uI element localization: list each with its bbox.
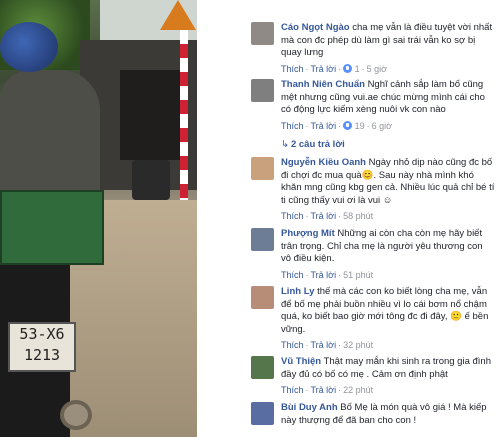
timestamp[interactable]: 6 giờ — [372, 121, 392, 131]
comment-body: Thanh Niên Chuẩn Nghĩ cảnh sắp làm bố cũ… — [281, 79, 495, 132]
commenter-name[interactable]: Thanh Niên Chuẩn — [281, 79, 365, 90]
timestamp[interactable]: 32 phút — [343, 340, 373, 350]
photo-exhaust — [60, 400, 92, 430]
like-link[interactable]: Thích — [281, 211, 304, 221]
comment-actions: Thích · Trả lời · 58 phút — [281, 211, 374, 221]
like-icon — [343, 63, 353, 73]
photo: 53-X6 1213 — [0, 0, 197, 437]
commenter-name[interactable]: Vũ Thiện — [281, 356, 321, 367]
avatar[interactable] — [251, 356, 274, 379]
comment-body: Bùi Duy Anh Bố Mẹ là món quà vô giá ! Mà… — [281, 402, 495, 427]
like-count[interactable]: 1 — [355, 64, 360, 74]
like-icon — [343, 120, 353, 130]
comment-body: Vũ Thiện Thật may mắn khi sinh ra trong … — [281, 356, 495, 397]
replies-label: 2 câu trả lời — [290, 139, 345, 150]
comment-actions: Thích · Trả lời · 22 phút — [281, 385, 374, 395]
comment-actions: Thích · Trả lời · 51 phút — [281, 269, 374, 280]
reply-link[interactable]: Trả lời — [311, 64, 337, 74]
reply-link[interactable]: Trả lời — [311, 211, 337, 221]
photo-striped-pole — [180, 30, 188, 200]
comment-body: Linh Ly thế mà các con ko biết lòng cha … — [281, 286, 495, 352]
like-count[interactable]: 19 — [355, 121, 365, 131]
avatar[interactable] — [251, 402, 274, 425]
photo-helmet — [0, 22, 58, 72]
avatar[interactable] — [251, 157, 274, 180]
timestamp[interactable]: 5 giờ — [367, 64, 387, 74]
like-link[interactable]: Thích — [281, 385, 304, 395]
view-replies-link[interactable]: ↳ 2 câu trả lời — [281, 139, 345, 150]
reply-link[interactable]: Trả lời — [311, 121, 337, 131]
like-link[interactable]: Thích — [281, 64, 304, 74]
like-link[interactable]: Thích — [281, 121, 304, 131]
commenter-name[interactable]: Linh Ly — [281, 286, 314, 297]
timestamp[interactable]: 22 phút — [343, 385, 373, 395]
comment-list: Cáo Ngọt Ngào cha mẹ vẫn là điều tuyệt v… — [197, 0, 500, 437]
reply-link[interactable]: Trả lời — [311, 340, 337, 350]
avatar[interactable] — [251, 286, 274, 309]
comment-actions: Thích · Trả lời · 32 phút — [281, 340, 374, 350]
avatar[interactable] — [251, 228, 274, 251]
comment-actions: Thích · Trả lời · 1 · 5 giờ — [281, 63, 388, 74]
comment-actions: Thích · Trả lời · 19 · 6 giờ — [281, 120, 393, 131]
avatar[interactable] — [251, 79, 274, 102]
reply-arrow-icon: ↳ — [281, 139, 289, 150]
comment-body: Nguyễn Kiều Oanh Ngày nhỏ dịp nào cũng đ… — [281, 157, 495, 223]
commenter-name[interactable]: Cáo Ngọt Ngào — [281, 22, 350, 33]
comment-body: Phượng Mít Những ai còn cha còn mẹ hãy b… — [281, 228, 495, 281]
photo-cargo-box — [0, 190, 104, 265]
commenter-name[interactable]: Phượng Mít — [281, 228, 335, 239]
photo-road-sign — [160, 0, 196, 30]
reply-link[interactable]: Trả lời — [311, 385, 337, 395]
commenter-name[interactable]: Bùi Duy Anh — [281, 402, 338, 413]
reply-link[interactable]: Trả lời — [311, 270, 337, 280]
photo-barrel — [132, 160, 170, 200]
license-plate: 53-X6 1213 — [8, 322, 76, 372]
photo-doorway — [120, 70, 180, 160]
plate-line-1: 53-X6 — [19, 325, 65, 343]
like-link[interactable]: Thích — [281, 340, 304, 350]
timestamp[interactable]: 51 phút — [343, 270, 373, 280]
commenter-name[interactable]: Nguyễn Kiều Oanh — [281, 157, 366, 168]
like-link[interactable]: Thích — [281, 270, 304, 280]
comment-body: Cáo Ngọt Ngào cha mẹ vẫn là điều tuyệt v… — [281, 22, 495, 75]
avatar[interactable] — [251, 22, 274, 45]
timestamp[interactable]: 58 phút — [343, 211, 373, 221]
plate-line-2: 1213 — [23, 346, 61, 364]
